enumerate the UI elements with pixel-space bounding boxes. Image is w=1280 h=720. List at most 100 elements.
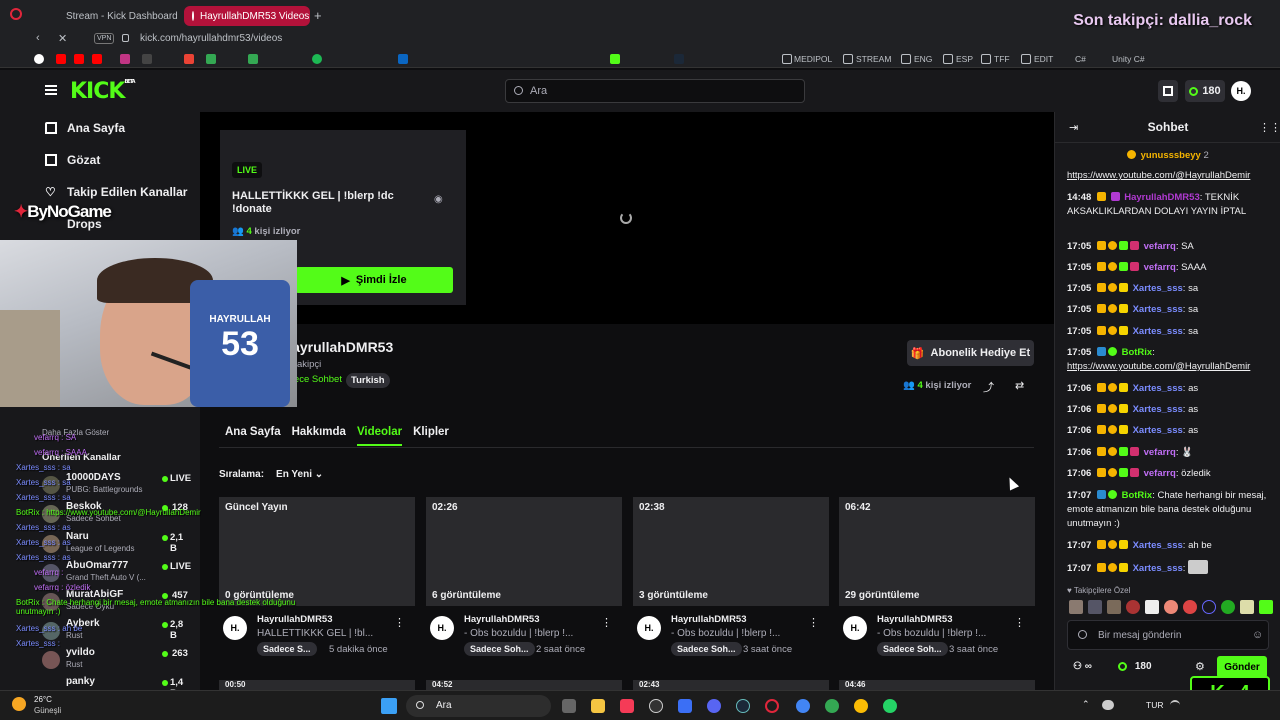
tab-about[interactable]: Hakkımda	[292, 426, 346, 446]
send-button[interactable]: Gönder	[1217, 656, 1267, 678]
chat-users-icon[interactable]: ⚇ ∞	[1073, 661, 1092, 672]
bookmark-label[interactable]: MEDIPOL	[794, 54, 832, 64]
emote-icon[interactable]	[1221, 600, 1235, 614]
tab-home[interactable]: Ana Sayfa	[225, 426, 281, 446]
emote-icon[interactable]	[1145, 600, 1159, 614]
steam-icon[interactable]	[736, 699, 750, 713]
x-icon[interactable]	[142, 54, 152, 64]
youtube-icon[interactable]	[56, 54, 66, 64]
video-card[interactable]: 06:42 29 görüntüleme H. HayrullahDMR53 -…	[839, 497, 1035, 656]
sidebar-item-following[interactable]: ♡ Takip Edilen Kanallar	[45, 185, 187, 199]
vpn-badge[interactable]: VPN	[94, 33, 115, 44]
video-thumbnail[interactable]: Güncel Yayın 0 görüntüleme	[219, 497, 415, 606]
video-title[interactable]: - Obs bozuldu | !blerp !...	[877, 628, 1012, 639]
bookmark-label[interactable]: Unity C#	[1112, 54, 1145, 64]
video-thumbnail[interactable]: 06:42 29 görüntüleme	[839, 497, 1035, 606]
chat-username[interactable]: yunusssbeyy	[1141, 150, 1201, 161]
bookmark-label[interactable]: TFF	[994, 54, 1010, 64]
chat-username[interactable]: Xartes_sss	[1133, 563, 1183, 574]
instagram-icon[interactable]	[120, 54, 130, 64]
discord-icon[interactable]	[707, 699, 721, 713]
more-options-icon[interactable]: ⋮	[601, 616, 612, 629]
weather-icon[interactable]	[12, 697, 26, 711]
video-title[interactable]: - Obs bozuldu | !blerp !...	[464, 628, 599, 639]
channel-avatar[interactable]: H.	[430, 616, 454, 640]
whatsapp-icon[interactable]	[883, 699, 897, 713]
youtube-icon[interactable]	[74, 54, 84, 64]
emote-icon[interactable]	[1107, 600, 1121, 614]
music-app-icon[interactable]	[620, 699, 634, 713]
linkedin-icon[interactable]	[398, 54, 408, 64]
folder-icon[interactable]	[1021, 54, 1031, 64]
emote-icon[interactable]	[1126, 600, 1140, 614]
opera-logo-icon[interactable]	[10, 8, 22, 20]
video-title[interactable]: - Obs bozuldu | !blerp !...	[671, 628, 806, 639]
user-avatar[interactable]: H.	[1231, 81, 1251, 101]
video-thumbnail[interactable]: 02:38 3 görüntüleme	[633, 497, 829, 606]
steam-icon[interactable]	[674, 54, 684, 64]
emote-icon[interactable]	[1259, 600, 1273, 614]
sidebar-item-home[interactable]: Ana Sayfa	[45, 121, 125, 135]
channel-avatar[interactable]: H.	[637, 616, 661, 640]
video-title[interactable]: HALLETTİKKK GEL | !bl...	[257, 628, 392, 639]
bookmark-label[interactable]: ENG	[914, 54, 932, 64]
language-tag[interactable]: Turkish	[346, 373, 390, 388]
vpn-app-icon[interactable]	[678, 699, 692, 713]
youtube-icon[interactable]	[92, 54, 102, 64]
weather-temp[interactable]: 26°C	[34, 695, 52, 704]
gmail-icon[interactable]	[184, 54, 194, 64]
sort-dropdown[interactable]: En Yeni ⌄	[276, 469, 323, 480]
chat-message-input[interactable]: Bir mesaj gönderin ☺	[1067, 620, 1269, 650]
browser-tab-active[interactable]: HayrullahDMR53 Videos - K	[184, 6, 310, 26]
cloud-icon[interactable]	[1102, 700, 1114, 710]
back-icon[interactable]: ‹	[36, 32, 40, 44]
bookmark-label[interactable]: EDIT	[1034, 54, 1053, 64]
bookmark-label[interactable]: C#	[1075, 54, 1086, 64]
video-player[interactable]: LIVE HALLETTİKKK GEL | !blerp !dc !donat…	[200, 112, 1054, 324]
gift-subscription-button[interactable]: 🎁 Abonelik Hediye Et	[907, 340, 1034, 366]
chat-username[interactable]: vefarrq	[1144, 447, 1176, 458]
share-icon[interactable]: ⤴	[983, 379, 994, 395]
task-view-icon[interactable]	[562, 699, 576, 713]
video-category-tag[interactable]: Sadece S...	[257, 642, 317, 656]
folder-icon[interactable]	[901, 54, 911, 64]
wifi-icon[interactable]	[1170, 700, 1180, 710]
watch-now-button[interactable]: ▶ Şimdi İzle	[295, 267, 453, 293]
chat-username[interactable]: BotRix	[1122, 490, 1153, 501]
spotify-icon[interactable]	[312, 54, 322, 64]
recommended-channel[interactable]: panky 1,4 B	[42, 676, 192, 690]
video-thumbnail[interactable]: 02:43	[633, 680, 829, 690]
chat-username[interactable]: Xartes_sss	[1133, 540, 1183, 551]
chat-username[interactable]: Xartes_sss	[1133, 425, 1183, 436]
url-field[interactable]: kick.com/hayrullahdmr53/videos	[140, 33, 282, 44]
dashboard-button[interactable]	[1158, 80, 1178, 102]
folder-icon[interactable]	[943, 54, 953, 64]
maps-icon[interactable]	[248, 54, 258, 64]
chat-username[interactable]: vefarrq	[1144, 262, 1176, 273]
video-thumbnail[interactable]: 04:52	[426, 680, 622, 690]
pip-icon[interactable]: ⇄	[1015, 379, 1024, 392]
chat-username[interactable]: vefarrq	[1144, 241, 1176, 252]
folder-icon[interactable]	[782, 54, 792, 64]
bookmark-label[interactable]: STREAM	[856, 54, 891, 64]
chrome-icon[interactable]	[854, 699, 868, 713]
tab-videos[interactable]: Videolar	[356, 426, 403, 446]
video-channel[interactable]: HayrullahDMR53	[464, 614, 540, 625]
channel-avatar[interactable]: H.	[223, 616, 247, 640]
channel-avatar[interactable]: H.	[843, 616, 867, 640]
chat-username[interactable]: Xartes_sss	[1133, 383, 1183, 394]
chat-username[interactable]: Xartes_sss	[1133, 304, 1183, 315]
file-explorer-icon[interactable]	[591, 699, 605, 713]
language-indicator[interactable]: TUR	[1146, 700, 1163, 710]
folder-icon[interactable]	[843, 54, 853, 64]
new-tab-icon[interactable]: +	[314, 8, 322, 23]
points-button[interactable]: 180	[1185, 80, 1225, 102]
video-card[interactable]: 02:26 6 görüntüleme H. HayrullahDMR53 - …	[426, 497, 622, 656]
chrome-icon[interactable]	[796, 699, 810, 713]
recommended-channel[interactable]: yvildo Rust 263	[42, 647, 192, 677]
video-channel[interactable]: HayrullahDMR53	[877, 614, 953, 625]
emote-icon[interactable]	[1183, 600, 1197, 614]
video-channel[interactable]: HayrullahDMR53	[671, 614, 747, 625]
folder-icon[interactable]	[981, 54, 991, 64]
browser-tab[interactable]: Stream - Kick Dashboard	[52, 6, 180, 26]
